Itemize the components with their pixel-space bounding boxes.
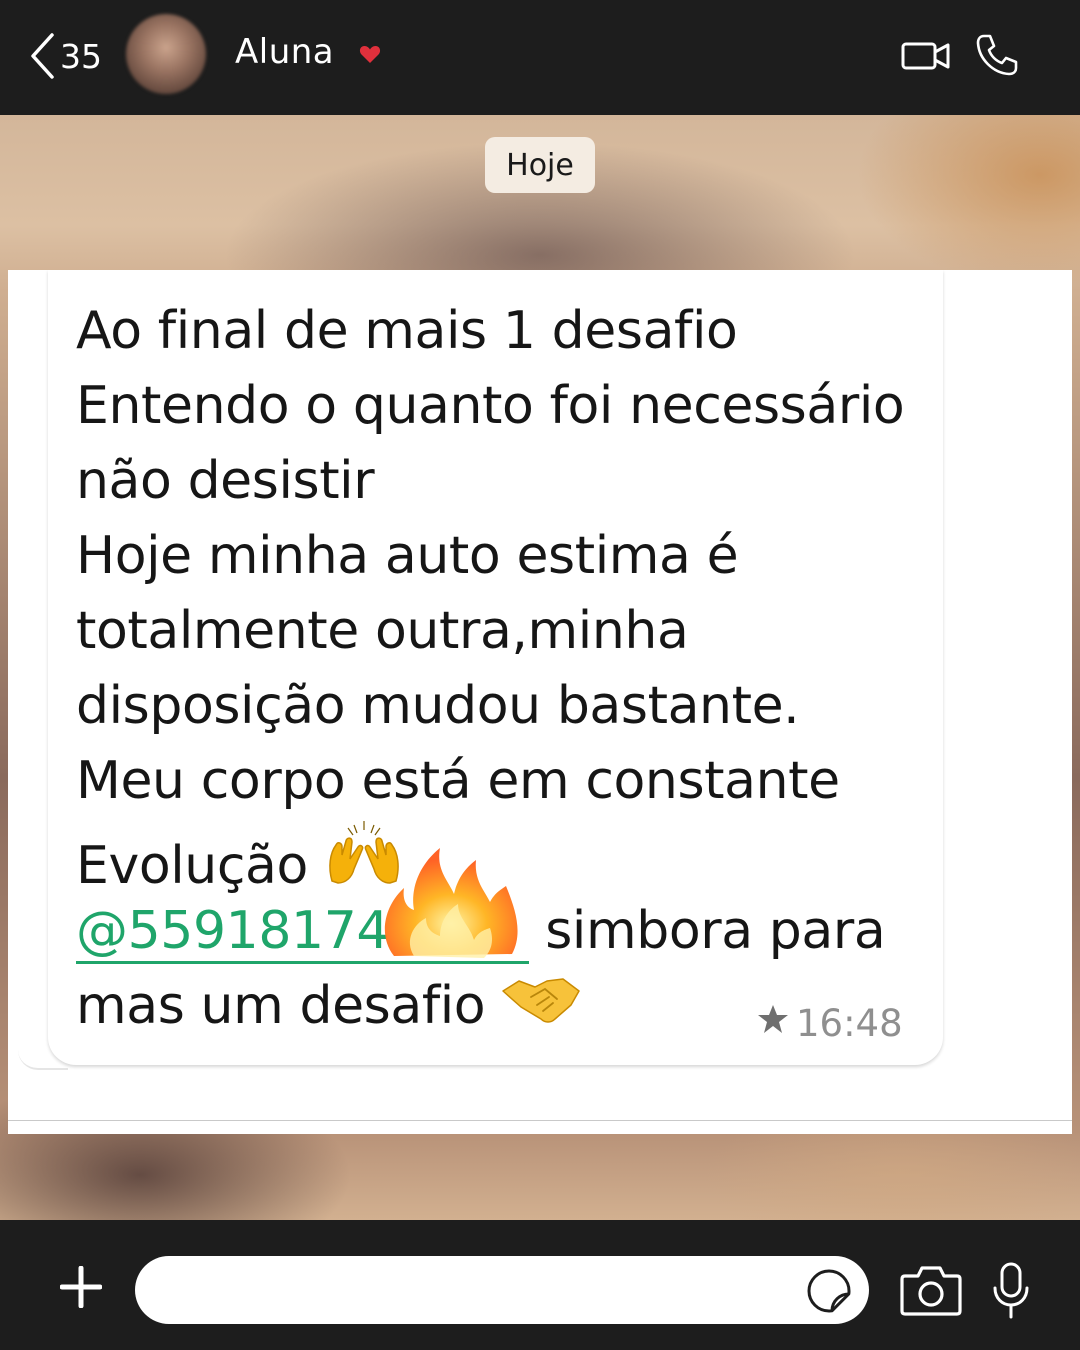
message-line-mention: @55918174 simbora para (76, 848, 936, 969)
message-line: disposição mudou bastante. (76, 676, 800, 736)
message-line: Meu corpo está em constante (76, 751, 840, 811)
back-button[interactable]: 35 (28, 30, 102, 82)
contact-name[interactable]: Aluna (235, 32, 334, 72)
camera-icon[interactable] (900, 1264, 962, 1320)
time-label: 16:48 (796, 1002, 903, 1045)
fire-icon (374, 836, 534, 987)
message-line: Evolução (76, 836, 308, 896)
avatar[interactable] (126, 14, 206, 94)
message-after-mention: simbora para (545, 901, 886, 961)
message-line: não desistir (76, 451, 375, 511)
divider (8, 1120, 1072, 1121)
video-call-icon[interactable] (900, 36, 952, 80)
star-icon (756, 1002, 790, 1045)
bubble-tail (18, 1050, 68, 1070)
back-icon (28, 31, 58, 81)
message-timestamp: 16:48 (756, 1002, 903, 1045)
phone-call-icon[interactable] (974, 32, 1020, 82)
chat-header: 35 Aluna (0, 0, 1080, 115)
date-separator: Hoje (485, 137, 595, 193)
message-screenshot: Ao final de mais 1 desafio Entendo o qua… (8, 270, 1072, 1134)
unread-count: 35 (60, 36, 102, 76)
message-line: Ao final de mais 1 desafio (76, 301, 738, 361)
message-input[interactable] (135, 1256, 869, 1324)
composer-bar (0, 1220, 1080, 1350)
message-text: Ao final de mais 1 desafio Entendo o qua… (76, 294, 936, 1044)
message-line: Entendo o quanto foi necessário (76, 376, 905, 436)
plus-icon[interactable] (59, 1265, 103, 1312)
heart-icon (359, 44, 381, 66)
message-line: Hoje minha auto estima é (76, 526, 739, 586)
sticker-icon[interactable] (806, 1268, 852, 1318)
message-line: totalmente outra,minha (76, 601, 689, 661)
microphone-icon[interactable] (992, 1262, 1030, 1324)
